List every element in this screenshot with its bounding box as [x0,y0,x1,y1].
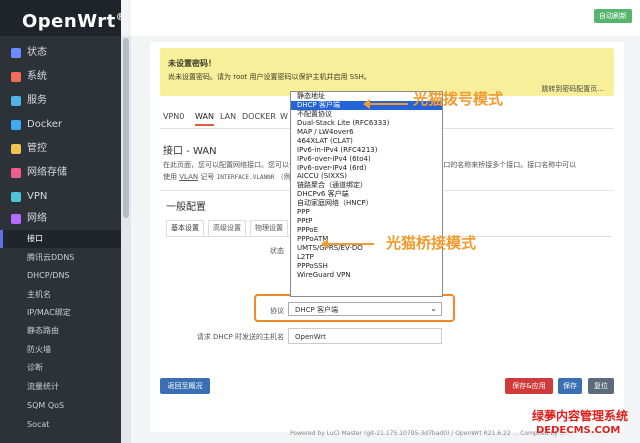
sidebar-item-status[interactable]: 状态 [0,42,121,64]
tab-more[interactable]: W [280,112,288,121]
save-apply-button[interactable]: 保存&应用 [505,378,553,394]
sidebar-subitem-routes[interactable]: 静态路由 [0,322,121,340]
annotation-dial-mode: 光猫拨号模式 [413,90,504,108]
sidebar-item-vpn[interactable]: VPN [0,186,121,208]
brand-logo[interactable]: OpenWrt® [0,0,126,36]
tab-vpn0[interactable]: VPN0 [163,112,184,121]
tab-docker[interactable]: DOCKER [242,112,276,121]
sidebar: OpenWrt® 状态 系统 服务 Docker 管控 网络存储 VPN 网络 … [0,0,126,443]
option-pptp[interactable]: PPtP [291,217,442,226]
password-warning: 未设置密码！ 尚未设置密码。请为 root 用户设置密码以保护主机并启用 SSH… [160,48,614,96]
sidebar-subitem-diagnostics[interactable]: 诊断 [0,359,121,377]
sidebar-item-docker[interactable]: Docker [0,114,121,136]
auto-refresh-badge[interactable]: 自动刷新 [594,9,632,23]
protocol-highlight [254,294,455,322]
hostname-field[interactable]: OpenWrt [288,328,442,344]
sidebar-item-control[interactable]: 管控 [0,138,121,160]
option-wireguard[interactable]: WireGuard VPN [291,271,442,280]
option-6rd[interactable]: IPv6-over-IPv4 (6rd) [291,164,442,173]
arrow-bridge [321,239,374,249]
subtab-basic[interactable]: 基本设置 [166,220,204,236]
sidebar-item-nas[interactable]: 网络存储 [0,162,121,184]
back-to-overview-button[interactable]: 返回至概况 [160,378,210,394]
reset-button[interactable]: 复位 [588,378,614,394]
storage-icon [11,168,21,178]
sidebar-subitem-traffic[interactable]: 流量统计 [0,378,121,396]
sidebar-subitem-ip-mac[interactable]: IP/MAC绑定 [0,304,121,322]
sidebar-item-system[interactable]: 系统 [0,66,121,88]
warning-text: 尚未设置密码。请为 root 用户设置密码以保护主机并启用 SSH。 [168,73,371,81]
option-6to4[interactable]: IPv6-over-IPv4 (6to4) [291,155,442,164]
watermark-line1: 绿夢内容管理系统 [532,409,629,423]
general-config-title: 一般配置 [166,202,206,213]
option-map[interactable]: MAP / LW4over6 [291,128,442,137]
sidebar-subitem-ddns[interactable]: 腾讯云DDNS [0,249,121,267]
download-icon [11,96,21,106]
option-none[interactable]: 不配置协议 [291,110,442,119]
protocol-dropdown[interactable]: 静态地址 DHCP 客户端 不配置协议 Dual-Stack Lite (RFC… [290,91,443,297]
option-bonding[interactable]: 链路聚合（通道绑定） [291,181,442,190]
docker-icon [11,120,21,130]
home-icon [11,48,21,58]
option-ppp[interactable]: PPP [291,208,442,217]
sidebar-subitem-hostnames[interactable]: 主机名 [0,286,121,304]
status-label: 状态 [270,247,284,255]
sidebar-subitem-socat[interactable]: Socat [0,416,121,434]
sidebar-subitem-interfaces[interactable]: 接口 [0,230,121,248]
annotation-bridge-mode: 光猫桥接模式 [386,234,477,252]
page-description-2: 使用 VLAN 记号 INTERFACE.VLANNR （例 [163,173,291,181]
sidebar-item-network[interactable]: 网络 [0,208,121,230]
save-button[interactable]: 保存 [558,378,582,394]
option-dhcpv6[interactable]: DHCPv6 客户端 [291,190,442,199]
option-dslite[interactable]: Dual-Stack Lite (RFC6333) [291,119,442,128]
sidebar-scrollbar[interactable] [121,36,131,443]
vpn-icon [11,192,21,202]
sidebar-subitem-dhcp-dns[interactable]: DHCP/DNS [0,267,121,285]
subtab-advanced[interactable]: 高级设置 [208,220,246,236]
tab-lan[interactable]: LAN [220,112,236,121]
sidebar-item-services[interactable]: 服务 [0,90,121,112]
top-bar: 自动刷新 [131,0,640,36]
option-pppossh[interactable]: PPPoSSH [291,262,442,271]
watermark-line2: DEDECMS.COM [536,425,621,436]
goto-password-button[interactable]: 跳转到密码配置页... [541,84,604,94]
vlan-link[interactable]: VLAN [179,173,198,181]
footer: Powered by LuCI Master (git-21.175.10795… [290,430,566,437]
option-hncp[interactable]: 自动家庭网络（HNCP） [291,199,442,208]
sidebar-subitem-sqm[interactable]: SQM QoS [0,397,121,415]
tools-icon [11,72,21,82]
sidebar-subitem-firewall[interactable]: 防火墙 [0,341,121,359]
tab-wan[interactable]: WAN [195,112,214,126]
subtab-physical[interactable]: 物理设置 [250,220,288,236]
hostname-label: 请求 DHCP 时发送的主机名 [196,333,284,341]
network-icon [11,214,21,224]
scrollbar-thumb[interactable] [123,38,129,218]
lock-icon [11,144,21,154]
warning-title: 未设置密码！ [168,59,216,68]
option-464xlat[interactable]: 464XLAT (CLAT) [291,137,442,146]
option-l2tp[interactable]: L2TP [291,253,442,262]
page-title: 接口 - WAN [163,146,217,157]
arrow-dial [363,99,408,109]
option-6in4[interactable]: IPv6-in-IPv4 (RFC4213) [291,146,442,155]
